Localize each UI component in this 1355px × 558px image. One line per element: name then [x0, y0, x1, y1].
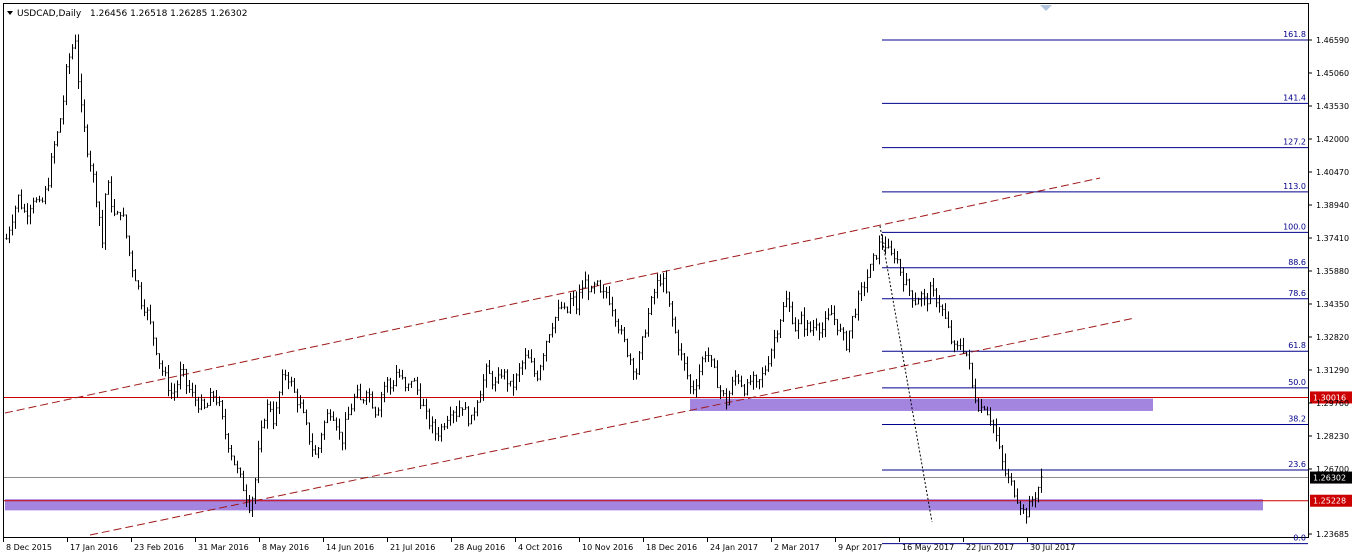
- x-tick-label: 8 Dec 2015: [6, 543, 52, 552]
- x-tick-label: 10 Nov 2016: [582, 543, 633, 552]
- x-tick-label: 2 Mar 2017: [774, 543, 820, 552]
- x-tick-label: 14 Jun 2016: [326, 543, 374, 552]
- y-tick-label: 1.29760: [1316, 399, 1349, 408]
- x-tick-label: 9 Apr 2017: [838, 543, 882, 552]
- fib-level-label-0: 161.8: [1283, 30, 1306, 39]
- y-tick-label: 1.35880: [1316, 267, 1349, 276]
- y-tick-label: 1.37410: [1316, 234, 1349, 243]
- y-tick-label: 1.26700: [1316, 465, 1349, 474]
- fib-level-label-9: 38.2: [1288, 415, 1306, 424]
- x-tick-label: 31 Mar 2016: [198, 543, 249, 552]
- y-tick-label: 1.28230: [1316, 432, 1349, 441]
- x-tick-label: 8 May 2016: [262, 543, 309, 552]
- x-tick-label: 18 Dec 2016: [646, 543, 697, 552]
- price-box-label-1: 1.25228: [1313, 497, 1346, 506]
- fib-level-label-2: 127.2: [1283, 138, 1306, 147]
- y-tick-label: 1.34350: [1316, 300, 1349, 309]
- x-tick-label: 17 Jan 2016: [70, 543, 118, 552]
- y-tick-label: 1.42000: [1316, 135, 1349, 144]
- y-tick-label: 1.31290: [1316, 366, 1349, 375]
- x-tick-label: 16 May 2017: [902, 543, 954, 552]
- fib-level-label-6: 78.6: [1288, 289, 1306, 298]
- fib-level-label-7: 61.8: [1288, 341, 1306, 350]
- y-tick-label: 1.46590: [1316, 36, 1349, 45]
- fib-level-label-4: 100.0: [1283, 222, 1306, 231]
- y-tick-label: 1.40470: [1316, 168, 1349, 177]
- y-tick-label: 1.23685: [1316, 530, 1349, 539]
- x-tick-label: 30 Jul 2017: [1030, 543, 1075, 552]
- resistance-zone[interactable]: [690, 398, 1153, 411]
- x-tick-label: 21 Jul 2016: [390, 543, 435, 552]
- price-chart[interactable]: 1.300161.252281.26302 161.8141.4127.2113…: [0, 0, 1355, 558]
- y-tick-label: 1.32820: [1316, 333, 1349, 342]
- x-tick-label: 22 Jun 2017: [966, 543, 1014, 552]
- x-tick-label: 4 Oct 2016: [518, 543, 562, 552]
- fib-level-label-10: 23.6: [1288, 460, 1306, 469]
- fib-level-label-11: 0.0: [1293, 534, 1306, 543]
- y-tick-label: 1.38940: [1316, 201, 1349, 210]
- fib-level-label-8: 50.0: [1288, 378, 1306, 387]
- fib-level-label-5: 88.6: [1288, 258, 1306, 267]
- y-tick-label: 1.43530: [1316, 102, 1349, 111]
- fib-level-label-1: 141.4: [1283, 93, 1306, 102]
- ohlc-values: 1.26456 1.26518 1.26285 1.26302: [90, 9, 247, 19]
- x-tick-label: 24 Jan 2017: [710, 543, 758, 552]
- fib-level-label-3: 113.0: [1283, 182, 1306, 191]
- y-tick-label: 1.45060: [1316, 69, 1349, 78]
- price-box-label-2: 1.26302: [1313, 474, 1346, 483]
- symbol-label: USDCAD,Daily: [17, 9, 82, 19]
- x-tick-label: 28 Aug 2016: [454, 543, 505, 552]
- chart-background: [0, 0, 1355, 558]
- x-tick-label: 23 Feb 2016: [134, 543, 184, 552]
